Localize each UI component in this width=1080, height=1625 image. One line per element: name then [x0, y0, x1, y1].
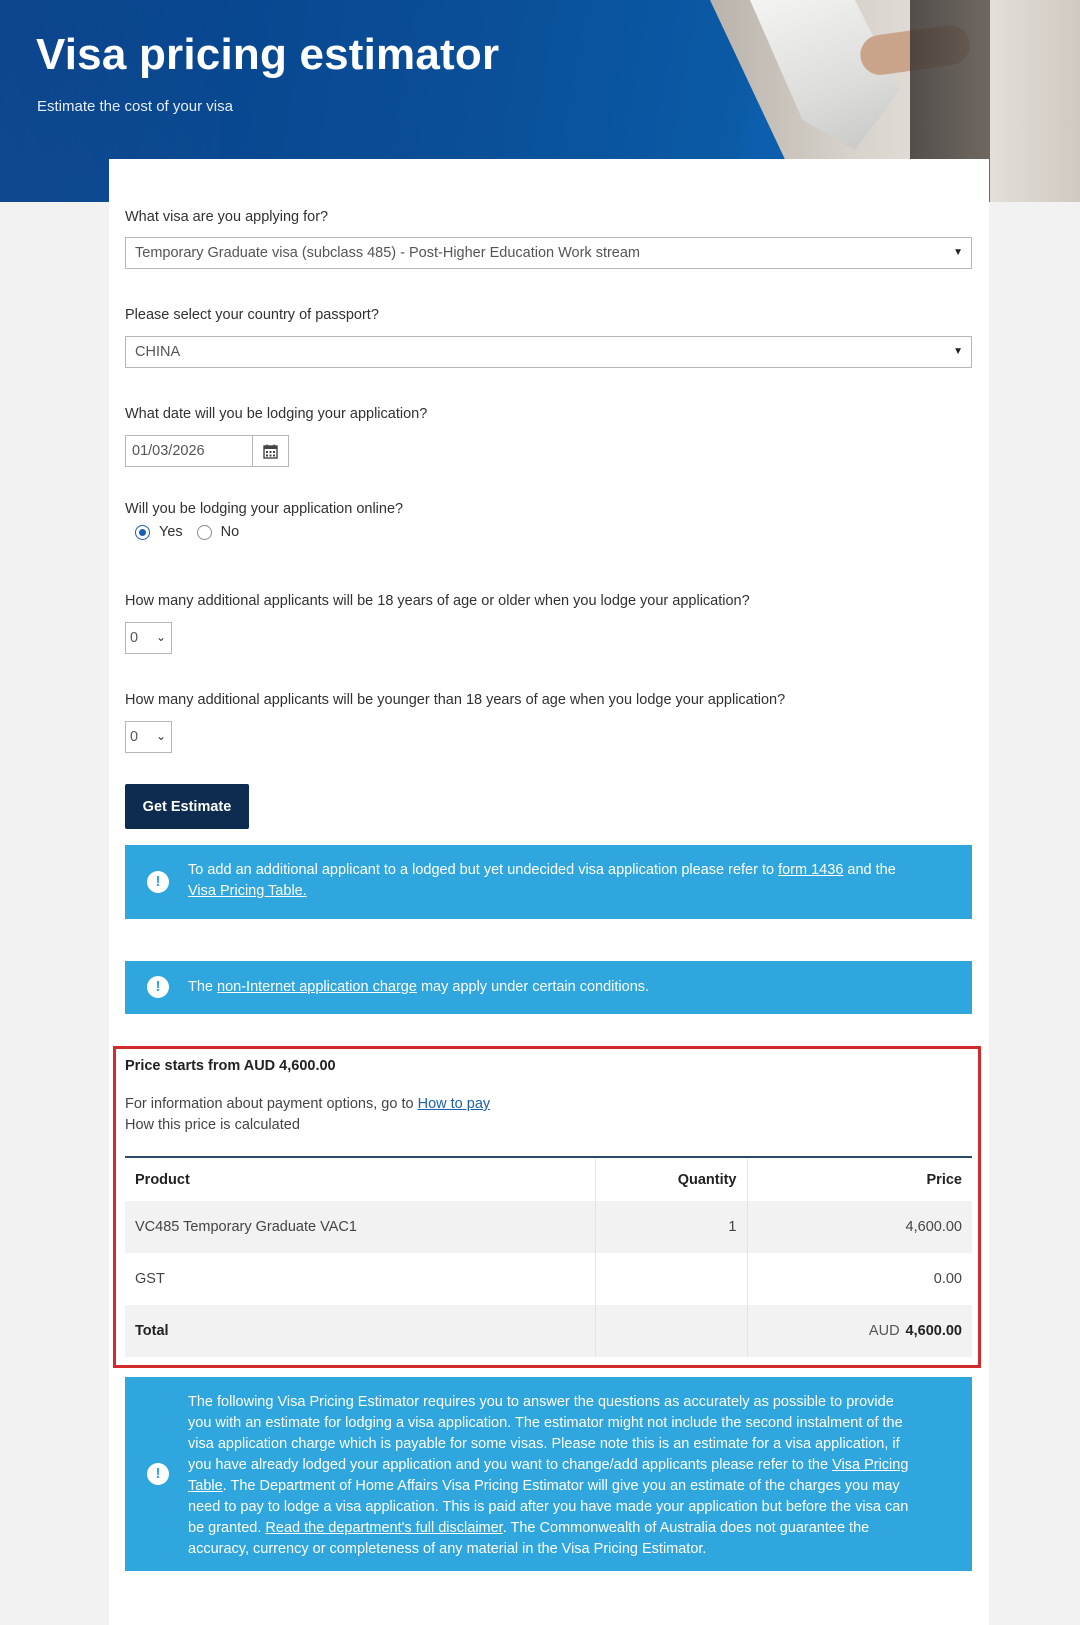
alert-text: The non-Internet application charge may …: [188, 977, 912, 998]
children-select-value: 0: [130, 729, 139, 745]
column-header-quantity: Quantity: [595, 1157, 748, 1201]
price-table: Product Quantity Price VC485 Temporary G…: [125, 1156, 972, 1357]
online-radio-group: Yes No: [135, 524, 239, 540]
adults-select[interactable]: 0 ⌄: [125, 622, 172, 654]
disclaimer-text-part: The following Visa Pricing Estimator req…: [188, 1394, 903, 1473]
date-question-label: What date will you be lodging your appli…: [125, 406, 428, 422]
radio-no-label[interactable]: No: [221, 524, 240, 540]
table-row: GST 0.00: [125, 1253, 972, 1305]
calendar-button[interactable]: [253, 436, 288, 466]
form-1436-link[interactable]: form 1436: [778, 862, 843, 878]
quantity-cell: 1: [595, 1201, 748, 1253]
how-to-pay-link[interactable]: How to pay: [418, 1096, 491, 1112]
quantity-cell: [595, 1253, 748, 1305]
alert-text-part: and the: [843, 862, 896, 878]
visa-question-label: What visa are you applying for?: [125, 209, 329, 225]
exclamation-circle-icon: !: [147, 1463, 169, 1485]
page-title: Visa pricing estimator: [36, 30, 500, 79]
passport-question-label: Please select your country of passport?: [125, 307, 379, 323]
visa-select[interactable]: Temporary Graduate visa (subclass 485) -…: [125, 237, 972, 269]
exclamation-circle-icon: !: [147, 976, 169, 998]
alert-text-part: The: [188, 979, 218, 995]
radio-yes[interactable]: [135, 524, 150, 540]
photo-shirt: [750, 0, 900, 150]
chevron-down-icon: ⌄: [155, 729, 166, 743]
visa-pricing-table-link[interactable]: Visa Pricing Table.: [188, 883, 307, 899]
payment-info: For information about payment options, g…: [125, 1096, 490, 1112]
chevron-down-icon: ⌄: [155, 630, 166, 644]
radio-yes-label[interactable]: Yes: [159, 524, 183, 540]
total-currency: AUD: [868, 1323, 900, 1339]
disclaimer-alert: ! The following Visa Pricing Estimator r…: [125, 1377, 972, 1571]
children-question-label: How many additional applicants will be y…: [125, 692, 786, 708]
radio-no[interactable]: [196, 524, 212, 540]
total-row: Total AUD 4,600.00: [125, 1305, 972, 1357]
alert-text-part: may apply under certain conditions.: [416, 979, 650, 995]
non-internet-alert: ! The non-Internet application charge ma…: [125, 961, 972, 1014]
price-cell: 4,600.00: [747, 1201, 972, 1253]
get-estimate-button[interactable]: Get Estimate: [125, 784, 249, 829]
column-header-price: Price: [926, 1171, 962, 1188]
caret-down-icon: ▼: [953, 346, 963, 357]
table-row: VC485 Temporary Graduate VAC1 1 4,600.00: [125, 1201, 972, 1253]
table-header-row: Product Quantity Price: [125, 1157, 972, 1201]
total-price-cell: AUD 4,600.00: [747, 1305, 972, 1357]
total-label: Total: [125, 1305, 596, 1357]
passport-select[interactable]: CHINA ▼: [125, 336, 972, 368]
online-question-label: Will you be lodging your application onl…: [125, 501, 404, 517]
page-subtitle: Estimate the cost of your visa: [37, 98, 233, 115]
caret-down-icon: ▼: [953, 247, 963, 258]
additional-applicant-alert: ! To add an additional applicant to a lo…: [125, 845, 972, 919]
visa-select-value: Temporary Graduate visa (subclass 485) -…: [135, 245, 641, 261]
payment-info-text: For information about payment options, g…: [125, 1096, 418, 1112]
total-value: 4,600.00: [905, 1323, 962, 1339]
adults-question-label: How many additional applicants will be 1…: [125, 593, 750, 609]
calculation-label: How this price is calculated: [125, 1117, 300, 1133]
disclaimer-text: The following Visa Pricing Estimator req…: [188, 1392, 912, 1560]
alert-text: To add an additional applicant to a lodg…: [188, 860, 912, 902]
date-picker: [125, 435, 289, 467]
full-disclaimer-link[interactable]: Read the department's full disclaimer: [265, 1520, 502, 1536]
total-quantity-cell: [595, 1305, 748, 1357]
adults-select-value: 0: [130, 630, 139, 646]
date-input[interactable]: [126, 436, 253, 466]
product-cell: GST: [125, 1253, 596, 1305]
non-internet-charge-link[interactable]: non-Internet application charge: [217, 979, 417, 995]
exclamation-circle-icon: !: [147, 871, 169, 893]
column-header-product: Product: [125, 1157, 596, 1201]
alert-text-part: To add an additional applicant to a lodg…: [188, 862, 779, 878]
estimator-card: What visa are you applying for? Temporar…: [109, 159, 989, 1625]
price-heading: Price starts from AUD 4,600.00: [125, 1058, 336, 1074]
price-cell: 0.00: [933, 1271, 962, 1287]
passport-select-value: CHINA: [135, 344, 181, 360]
children-select[interactable]: 0 ⌄: [125, 721, 172, 753]
calendar-icon: [263, 444, 278, 459]
product-cell: VC485 Temporary Graduate VAC1: [125, 1201, 596, 1253]
